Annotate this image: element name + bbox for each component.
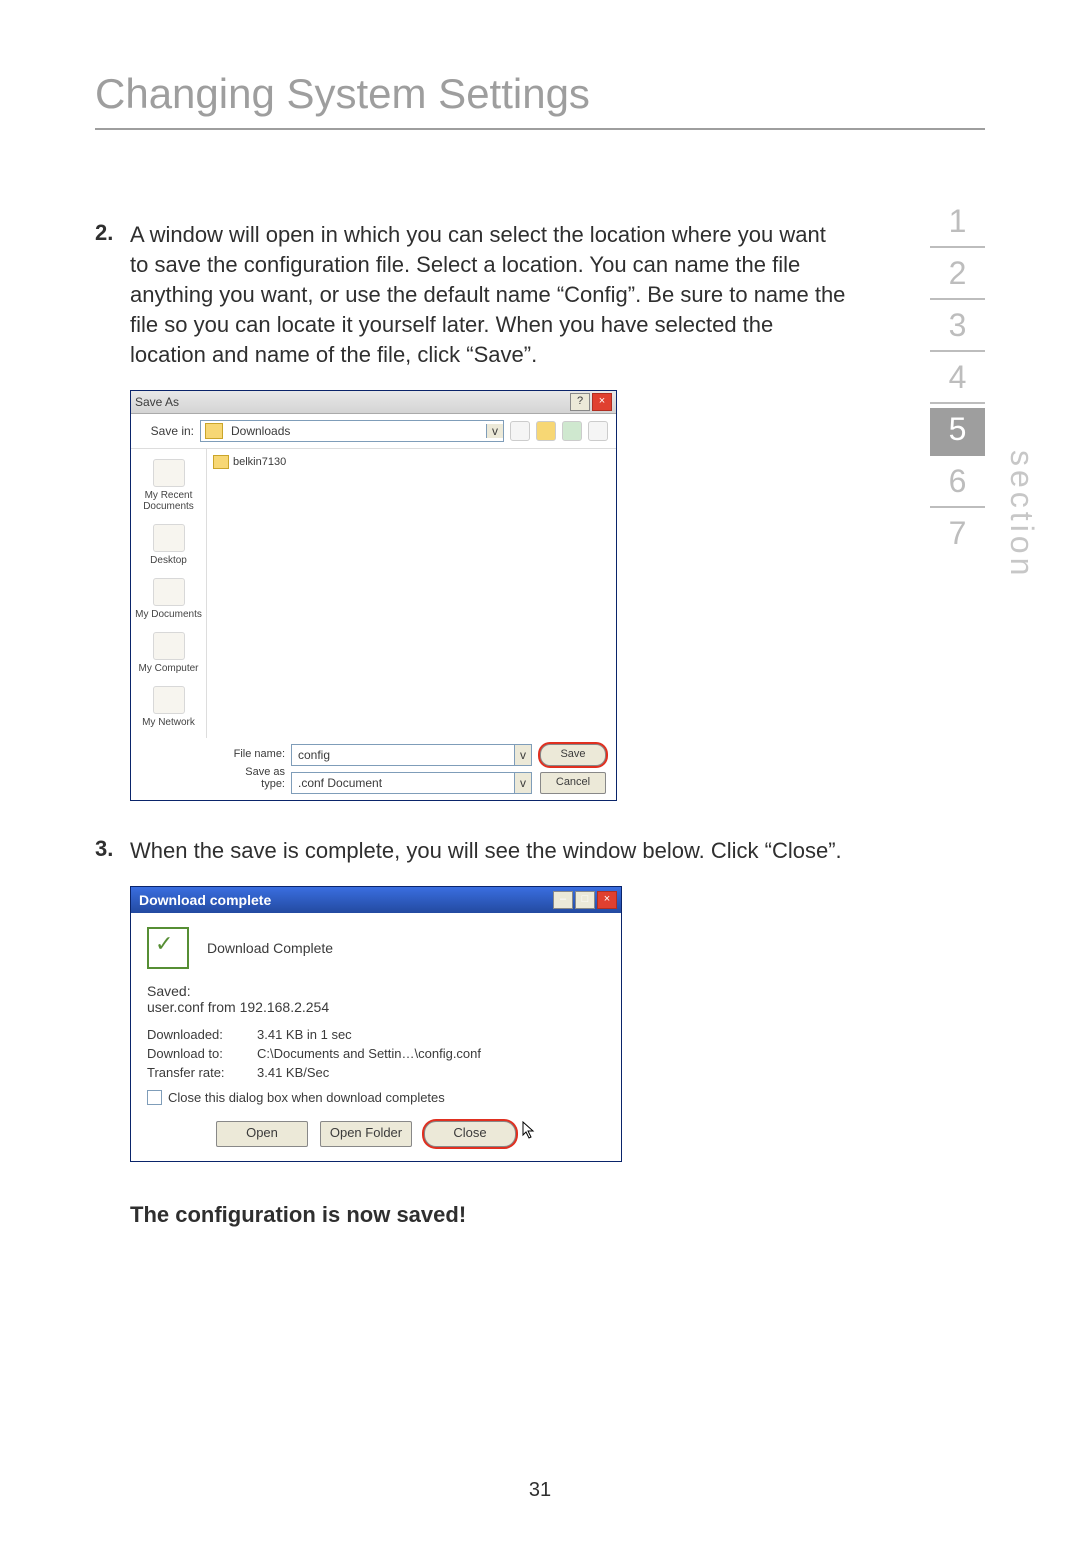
step-2: 2. A window will open in which you can s…	[95, 220, 985, 370]
close-button[interactable]: ×	[597, 891, 617, 909]
save-in-value: Downloads	[227, 424, 486, 438]
up-folder-icon[interactable]	[536, 421, 556, 441]
place-mydocs[interactable]: My Documents	[131, 572, 206, 626]
filename-value: config	[292, 745, 514, 765]
mydocs-icon	[153, 578, 185, 606]
chevron-down-icon[interactable]: v	[514, 745, 531, 765]
saveastype-field[interactable]: .conf Document v	[291, 772, 532, 794]
saveastype-label: Save as type:	[220, 766, 285, 790]
close-dialog-button[interactable]: Close	[424, 1121, 516, 1147]
minimize-button[interactable]: –	[553, 891, 573, 909]
mynetwork-icon	[153, 686, 185, 714]
place-mydocs-label: My Documents	[133, 609, 204, 620]
save-button[interactable]: Save	[540, 744, 606, 766]
cancel-button[interactable]: Cancel	[540, 772, 606, 794]
place-mycomputer-label: My Computer	[133, 663, 204, 674]
nav-7[interactable]: 7	[930, 512, 985, 558]
rate-value: 3.41 KB/Sec	[257, 1065, 605, 1080]
file-list[interactable]: belkin7130	[207, 449, 616, 738]
nav-5[interactable]: 5	[930, 408, 985, 456]
nav-4[interactable]: 4	[930, 356, 985, 404]
checkbox-icon[interactable]	[147, 1090, 162, 1105]
filename-field[interactable]: config v	[291, 744, 532, 766]
step-2-text: A window will open in which you can sele…	[130, 220, 850, 370]
nav-6[interactable]: 6	[930, 460, 985, 508]
dlc-titlebar: Download complete – □ ×	[131, 887, 621, 913]
recent-icon	[153, 459, 185, 487]
folder-icon	[213, 455, 229, 469]
save-as-dialog: Save As ? × Save in: Downloads v My Rece…	[130, 390, 617, 801]
open-folder-button[interactable]: Open Folder	[320, 1121, 412, 1147]
step-3-number: 3.	[95, 836, 130, 866]
view-menu-icon[interactable]	[588, 421, 608, 441]
open-button[interactable]: Open	[216, 1121, 308, 1147]
folder-icon	[205, 423, 223, 439]
downloaded-label: Downloaded:	[147, 1027, 257, 1042]
place-recent-label: My Recent Documents	[133, 490, 204, 512]
step-2-number: 2.	[95, 220, 130, 370]
downloadto-label: Download to:	[147, 1046, 257, 1061]
chevron-down-icon[interactable]: v	[486, 424, 503, 438]
downloadto-value: C:\Documents and Settin…\config.conf	[257, 1046, 605, 1061]
file-item[interactable]: belkin7130	[213, 455, 610, 469]
desktop-icon	[153, 524, 185, 552]
chevron-down-icon[interactable]: v	[514, 773, 531, 793]
back-icon[interactable]	[510, 421, 530, 441]
place-desktop-label: Desktop	[133, 555, 204, 566]
save-as-titlebar: Save As ? ×	[131, 391, 616, 414]
places-bar: My Recent Documents Desktop My Documents…	[131, 449, 207, 738]
place-mynetwork-label: My Network	[133, 717, 204, 728]
section-nav: 1 2 3 4 5 6 7	[930, 200, 985, 562]
file-item-label: belkin7130	[233, 456, 286, 468]
page-number: 31	[529, 1479, 551, 1502]
cursor-icon	[522, 1121, 536, 1139]
maximize-button[interactable]: □	[575, 891, 595, 909]
place-recent[interactable]: My Recent Documents	[131, 453, 206, 518]
step-3-text: When the save is complete, you will see …	[130, 836, 842, 866]
saveastype-value: .conf Document	[292, 773, 514, 793]
saved-value: user.conf from 192.168.2.254	[147, 999, 605, 1015]
close-button[interactable]: ×	[592, 393, 612, 411]
step-3: 3. When the save is complete, you will s…	[95, 836, 985, 866]
nav-1[interactable]: 1	[930, 200, 985, 248]
download-complete-icon	[147, 927, 189, 969]
save-in-label: Save in:	[139, 424, 194, 438]
close-on-complete-checkbox[interactable]: Close this dialog box when download comp…	[147, 1090, 605, 1105]
new-folder-icon[interactable]	[562, 421, 582, 441]
title-rule	[95, 128, 985, 130]
checkbox-label: Close this dialog box when download comp…	[168, 1090, 445, 1105]
place-desktop[interactable]: Desktop	[131, 518, 206, 572]
place-mynetwork[interactable]: My Network	[131, 680, 206, 734]
downloaded-value: 3.41 KB in 1 sec	[257, 1027, 605, 1042]
save-as-toolbar: Save in: Downloads v	[131, 414, 616, 449]
saved-label: Saved:	[147, 983, 605, 999]
dlc-title: Download complete	[135, 892, 271, 908]
nav-3[interactable]: 3	[930, 304, 985, 352]
confirmation-text: The configuration is now saved!	[130, 1202, 985, 1228]
place-mycomputer[interactable]: My Computer	[131, 626, 206, 680]
page-title: Changing System Settings	[95, 70, 985, 118]
download-complete-dialog: Download complete – □ × Download Complet…	[130, 886, 622, 1162]
nav-2[interactable]: 2	[930, 252, 985, 300]
save-as-title: Save As	[135, 395, 179, 409]
dlc-heading: Download Complete	[207, 940, 333, 956]
mycomputer-icon	[153, 632, 185, 660]
help-button[interactable]: ?	[570, 393, 590, 411]
filename-label: File name:	[220, 748, 285, 760]
save-in-dropdown[interactable]: Downloads v	[200, 420, 504, 442]
section-label: section	[1003, 450, 1040, 579]
rate-label: Transfer rate:	[147, 1065, 257, 1080]
